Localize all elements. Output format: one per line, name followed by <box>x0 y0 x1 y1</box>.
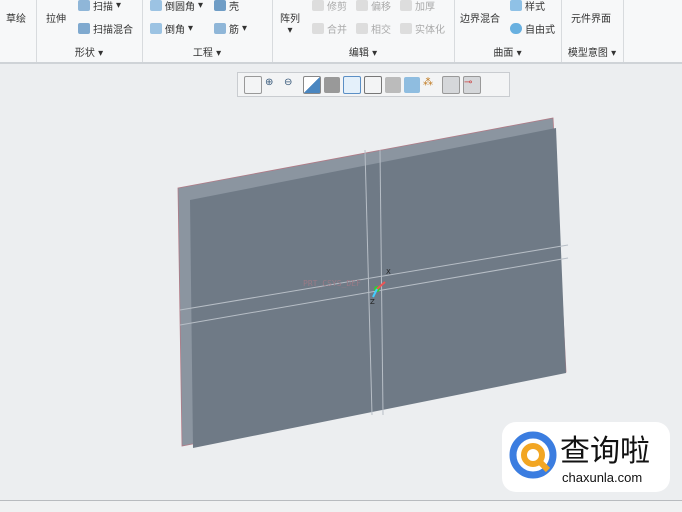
watermark-logo: 查询啦 chaxunla.com <box>502 422 670 492</box>
csys-label: PRT_CSYS_DEF <box>303 279 361 288</box>
axis-z-label: Z <box>370 298 375 306</box>
axis-x-label: X <box>386 268 391 276</box>
magnifier-logo-icon <box>509 431 557 479</box>
watermark-url: chaxunla.com <box>562 470 643 485</box>
status-bar <box>0 500 682 512</box>
watermark-text: 查询啦 <box>560 434 650 469</box>
